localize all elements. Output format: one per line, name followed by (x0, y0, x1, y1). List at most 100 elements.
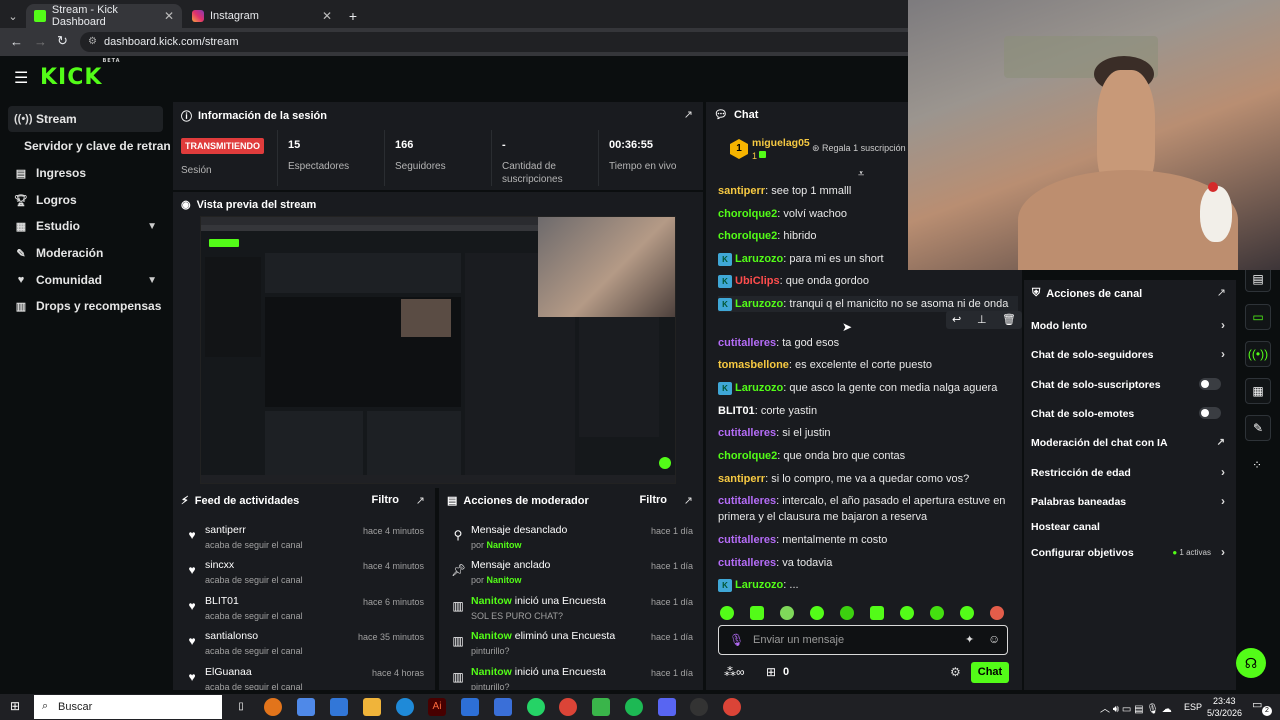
popout-icon[interactable]: ↗ (1217, 286, 1226, 299)
copilot-icon[interactable] (297, 698, 315, 716)
sidebar-item-server-key[interactable]: Servidor y clave de retransm (18, 133, 170, 159)
support-chat-icon[interactable]: ☊ (1236, 648, 1266, 678)
chat-username[interactable]: santiperr (718, 473, 765, 485)
chat-username[interactable]: cutitalleres (718, 557, 776, 569)
site-info-icon[interactable]: ⚙ (88, 32, 97, 52)
activity-user[interactable]: sincxx (205, 559, 234, 571)
stream-preview-video[interactable] (200, 216, 676, 484)
emote-icon[interactable] (840, 606, 854, 620)
emote-icon[interactable] (870, 606, 884, 620)
sidebar-item-logros[interactable]: 🏆︎ Logros (8, 187, 163, 213)
rail-layout-icon[interactable]: ▦ (1245, 378, 1271, 404)
activity-user[interactable]: santiperr (205, 524, 246, 536)
new-tab-button[interactable]: + (342, 4, 364, 28)
chat-input-box[interactable]: 🎙︎ Enviar un mensaje ✦ ☺ (718, 625, 1008, 655)
chat-settings-icon[interactable]: ⚙ (950, 665, 961, 679)
taskbar-search-box[interactable]: ⌕ Buscar (34, 695, 222, 719)
chrome-active-icon[interactable] (723, 698, 741, 716)
chat-username[interactable]: Laruzozo (735, 579, 783, 591)
mail-icon[interactable] (330, 698, 348, 716)
sidebar-item-drops[interactable]: ▥ Drops y recompensas (8, 293, 163, 319)
chat-username[interactable]: cutitalleres (718, 337, 776, 349)
url-input[interactable]: ⚙ dashboard.kick.com/stream (80, 32, 920, 52)
action-age-restriction[interactable]: Restricción de edad › (1031, 465, 1231, 479)
action-ai-moderation[interactable]: Moderación del chat con IA ↗ (1031, 437, 1231, 449)
sidebar-item-ingresos[interactable]: ▤ Ingresos (8, 160, 163, 186)
chat-username[interactable]: cutitalleres (718, 427, 776, 439)
tray-icons[interactable]: ︿ 🔊︎ ▭ ▤ 🎙︎ ☁ (1100, 700, 1172, 715)
popout-icon[interactable]: ↗ (684, 108, 693, 121)
task-view-icon[interactable]: ▯ (232, 698, 250, 716)
whatsapp-icon[interactable] (527, 698, 545, 716)
discord-icon[interactable] (658, 698, 676, 716)
activity-user[interactable]: BLIT01 (205, 595, 239, 607)
action-slow-mode[interactable]: Modo lento › (1031, 318, 1231, 332)
forward-icon[interactable]: → (34, 34, 47, 49)
sidebar-item-estudio[interactable]: ▦ Estudio ▼ (8, 213, 163, 239)
emote-icon[interactable] (720, 606, 734, 620)
calculator-icon[interactable] (494, 698, 512, 716)
microphone-icon[interactable]: 🎙︎ (729, 633, 744, 647)
activity-user[interactable]: santialonso (205, 630, 258, 642)
rail-chat-icon[interactable]: ▭ (1245, 304, 1271, 330)
emote-icon[interactable] (780, 606, 794, 620)
rail-wrench-icon[interactable]: ✎ (1245, 415, 1271, 441)
sidebar-item-comunidad[interactable]: ♥ Comunidad ▼ (8, 267, 163, 293)
emote-icon[interactable] (750, 606, 764, 620)
action-host-channel[interactable]: Hostear canal (1031, 521, 1231, 533)
action-subscribers-only[interactable]: Chat de solo-suscriptores (1031, 378, 1231, 391)
chat-username[interactable]: santiperr (718, 185, 765, 197)
chat-username[interactable]: chorolque2 (718, 208, 777, 220)
activity-filter-button[interactable]: Filtro (372, 494, 400, 506)
back-icon[interactable]: ← (10, 34, 23, 49)
chat-username[interactable]: Laruzozo (735, 253, 783, 265)
chrome-icon[interactable] (559, 698, 577, 716)
rail-apps-icon[interactable]: ⁘ (1252, 458, 1262, 472)
chat-username[interactable]: chorolque2 (718, 230, 777, 242)
tab-kick-dashboard[interactable]: Stream - Kick Dashboard ✕ (26, 4, 182, 28)
chat-username[interactable]: Laruzozo (735, 382, 783, 394)
tab-search-chevron-icon[interactable]: ⌄ (4, 4, 22, 28)
menu-icon[interactable]: ☰ (14, 68, 28, 88)
tab-instagram[interactable]: Instagram ✕ (184, 4, 340, 28)
toggle-switch[interactable] (1199, 407, 1221, 419)
close-tab-icon[interactable]: ✕ (164, 9, 174, 23)
clock-time[interactable]: 23:43 (1213, 696, 1236, 706)
chat-username[interactable]: BLIT01 (718, 405, 755, 417)
spotify-icon[interactable] (625, 698, 643, 716)
close-tab-icon[interactable]: ✕ (322, 9, 332, 23)
chat-username[interactable]: cutitalleres (718, 495, 776, 507)
store-icon[interactable] (461, 698, 479, 716)
modactions-filter-button[interactable]: Filtro (640, 494, 668, 506)
kick-logo[interactable]: KICKBETA (40, 58, 121, 90)
emote-icon[interactable] (810, 606, 824, 620)
notification-icon[interactable]: ▭ (1252, 698, 1262, 711)
action-goals[interactable]: Configurar objetivos ● 1 activas › (1031, 545, 1231, 559)
toggle-switch[interactable] (1199, 378, 1221, 390)
channel-points-icon[interactable]: ⁂∞ (724, 665, 745, 679)
ai-icon[interactable]: ✦ (965, 633, 974, 646)
popout-icon[interactable]: ↗ (684, 494, 693, 507)
chat-username[interactable]: Laruzozo (735, 298, 783, 310)
windows-start-icon[interactable]: ⊞ (10, 699, 20, 713)
file-explorer-icon[interactable] (363, 698, 381, 716)
chat-username[interactable]: UbiClips (735, 275, 780, 287)
sidebar-item-moderacion[interactable]: ✎ Moderación (8, 240, 163, 266)
delete-icon[interactable]: 🗑︎ (1002, 313, 1016, 326)
emote-icon[interactable] (990, 606, 1004, 620)
action-banned-words[interactable]: Palabras baneadas › (1031, 494, 1231, 508)
emote-icon[interactable] (930, 606, 944, 620)
action-emotes-only[interactable]: Chat de solo-emotes (1031, 407, 1231, 420)
rail-broadcast-icon[interactable]: ((•)) (1245, 341, 1271, 367)
clock-date[interactable]: 5/3/2026 (1207, 708, 1242, 718)
app-icon[interactable] (592, 698, 610, 716)
chat-username[interactable]: tomasbellone (718, 359, 789, 371)
emote-icon[interactable] (900, 606, 914, 620)
gift-icon[interactable]: ⊞ (766, 665, 776, 679)
emote-icon[interactable] (960, 606, 974, 620)
activity-user[interactable]: ElGuanaa (205, 666, 252, 678)
send-chat-button[interactable]: Chat (971, 662, 1009, 683)
chat-username[interactable]: cutitalleres (718, 534, 776, 546)
reply-icon[interactable]: ↩ (952, 313, 961, 326)
illustrator-icon[interactable]: Ai (428, 698, 446, 716)
